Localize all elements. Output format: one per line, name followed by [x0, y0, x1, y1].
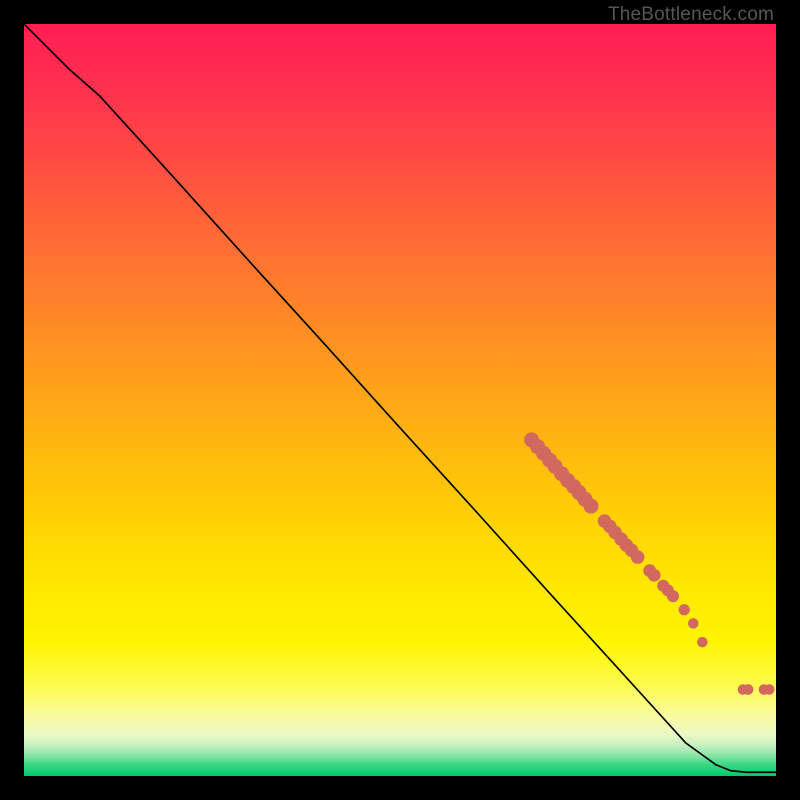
- data-marker: [631, 550, 645, 564]
- data-marker: [764, 684, 775, 695]
- data-marker: [648, 569, 661, 582]
- data-marker: [667, 590, 679, 602]
- data-marker: [688, 618, 699, 629]
- chart-svg: [24, 24, 776, 776]
- data-marker: [583, 499, 598, 514]
- data-marker: [743, 684, 754, 695]
- data-marker: [679, 604, 690, 615]
- chart-stage: TheBottleneck.com: [0, 0, 800, 800]
- watermark-text: TheBottleneck.com: [608, 4, 774, 26]
- plot-area: [24, 24, 776, 776]
- marker-group: [524, 432, 774, 694]
- data-marker: [697, 637, 708, 648]
- bottleneck-curve: [24, 24, 776, 772]
